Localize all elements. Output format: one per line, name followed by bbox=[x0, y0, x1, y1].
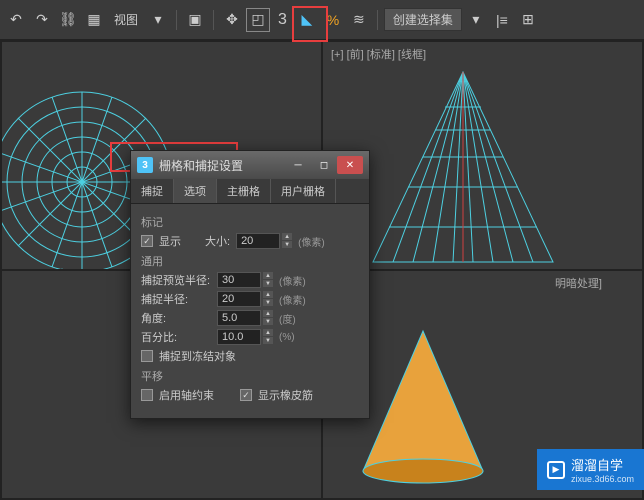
watermark-url: zixue.3d66.com bbox=[571, 474, 634, 484]
angle-label: 角度: bbox=[141, 310, 211, 326]
size-label: 大小: bbox=[205, 233, 230, 249]
mirror-icon[interactable]: |≡ bbox=[490, 8, 514, 32]
move-icon[interactable]: ✥ bbox=[220, 8, 244, 32]
tab-home-grid[interactable]: 主栅格 bbox=[217, 179, 271, 203]
dialog-body: 标记 显示 大小: ▲▼ (像素) 通用 捕捉预览半径: ▲▼ (像素) 捕捉半… bbox=[131, 204, 369, 418]
down-arrow-icon[interactable]: ▼ bbox=[263, 337, 273, 344]
size-input[interactable] bbox=[236, 233, 280, 249]
percent-unit: (%) bbox=[279, 332, 295, 343]
angle-snap-icon[interactable]: ◣ bbox=[295, 8, 319, 32]
viewport-top-right[interactable]: [+] [前] [标准] [线框] bbox=[323, 42, 642, 269]
up-arrow-icon[interactable]: ▲ bbox=[263, 272, 273, 279]
preview-radius-label: 捕捉预览半径: bbox=[141, 272, 211, 288]
preview-radius-spinner[interactable]: ▲▼ bbox=[217, 272, 273, 288]
size-unit: (像素) bbox=[298, 234, 325, 249]
watermark: ▶ 溜溜自学 zixue.3d66.com bbox=[537, 449, 644, 490]
grid-snap-settings-dialog: 3 栅格和捕捉设置 ─ ◻ ✕ 捕捉 选项 主栅格 用户栅格 标记 显示 大小:… bbox=[130, 150, 370, 419]
app-icon: 3 bbox=[137, 157, 153, 173]
preview-radius-unit: (像素) bbox=[279, 273, 306, 288]
create-selection-set[interactable]: 创建选择集 bbox=[384, 8, 462, 31]
snap-radius-input[interactable] bbox=[217, 291, 261, 307]
up-arrow-icon[interactable]: ▲ bbox=[263, 329, 273, 336]
percent-label: 百分比: bbox=[141, 329, 211, 345]
up-arrow-icon[interactable]: ▲ bbox=[282, 233, 292, 240]
dialog-title-text: 栅格和捕捉设置 bbox=[159, 157, 243, 174]
select-icon[interactable]: ▦ bbox=[82, 8, 106, 32]
undo-icon[interactable]: ↶ bbox=[4, 8, 28, 32]
viewport-shade-label[interactable]: 明暗处理] bbox=[555, 275, 602, 291]
watermark-brand: 溜溜自学 bbox=[571, 458, 623, 473]
snap-radius-label: 捕捉半径: bbox=[141, 291, 211, 307]
tab-user-grid[interactable]: 用户栅格 bbox=[271, 179, 336, 203]
percent-input[interactable] bbox=[217, 329, 261, 345]
marker-section-label: 标记 bbox=[141, 214, 359, 230]
display-checkbox[interactable] bbox=[141, 235, 153, 247]
rubber-band-label: 显示橡皮筋 bbox=[258, 387, 313, 403]
rotate-icon[interactable]: ◰ bbox=[246, 8, 270, 32]
play-icon: ▶ bbox=[547, 461, 565, 479]
dropdown-arrow-icon[interactable]: ▾ bbox=[146, 8, 170, 32]
cone-wireframe-right-icon bbox=[323, 42, 642, 269]
snap-frozen-checkbox[interactable] bbox=[141, 350, 153, 362]
link-icon[interactable]: ⛓ bbox=[56, 8, 80, 32]
snap-number: 3 bbox=[272, 11, 293, 29]
tab-snap[interactable]: 捕捉 bbox=[131, 179, 174, 203]
down-arrow-icon[interactable]: ▼ bbox=[263, 280, 273, 287]
general-section-label: 通用 bbox=[141, 253, 359, 269]
angle-input[interactable] bbox=[217, 310, 261, 326]
spinner-snap-icon[interactable]: ≋ bbox=[347, 8, 371, 32]
snap-radius-spinner[interactable]: ▲▼ bbox=[217, 291, 273, 307]
angle-unit: (度) bbox=[279, 311, 296, 326]
dropdown-icon[interactable]: ▾ bbox=[464, 8, 488, 32]
down-arrow-icon[interactable]: ▼ bbox=[263, 318, 273, 325]
size-spinner[interactable]: ▲▼ bbox=[236, 233, 292, 249]
minimize-button[interactable]: ─ bbox=[285, 156, 311, 174]
down-arrow-icon[interactable]: ▼ bbox=[263, 299, 273, 306]
redo-icon[interactable]: ↷ bbox=[30, 8, 54, 32]
align-icon[interactable]: ⊞ bbox=[516, 8, 540, 32]
up-arrow-icon[interactable]: ▲ bbox=[263, 291, 273, 298]
angle-spinner[interactable]: ▲▼ bbox=[217, 310, 273, 326]
maximize-button[interactable]: ◻ bbox=[311, 156, 337, 174]
down-arrow-icon[interactable]: ▼ bbox=[282, 241, 292, 248]
axis-constraint-checkbox[interactable] bbox=[141, 389, 153, 401]
viewport-label[interactable]: [+] [前] [标准] [线框] bbox=[331, 46, 426, 62]
rubber-band-checkbox[interactable] bbox=[240, 389, 252, 401]
filter-icon[interactable]: ▣ bbox=[183, 8, 207, 32]
snap-frozen-label: 捕捉到冻结对象 bbox=[159, 348, 236, 364]
dialog-tabs: 捕捉 选项 主栅格 用户栅格 bbox=[131, 179, 369, 204]
dialog-titlebar[interactable]: 3 栅格和捕捉设置 ─ ◻ ✕ bbox=[131, 151, 369, 179]
translate-section-label: 平移 bbox=[141, 368, 359, 384]
main-toolbar: ↶ ↷ ⛓ ▦ 视图 ▾ ▣ ✥ ◰ 3 ◣ % ≋ 创建选择集 ▾ |≡ ⊞ bbox=[0, 0, 644, 40]
percent-snap-icon[interactable]: % bbox=[321, 8, 345, 32]
up-arrow-icon[interactable]: ▲ bbox=[263, 310, 273, 317]
snap-radius-unit: (像素) bbox=[279, 292, 306, 307]
axis-constraint-label: 启用轴约束 bbox=[159, 387, 214, 403]
display-label: 显示 bbox=[159, 233, 181, 249]
view-dropdown[interactable]: 视图 bbox=[108, 11, 144, 28]
tab-options[interactable]: 选项 bbox=[174, 179, 217, 203]
preview-radius-input[interactable] bbox=[217, 272, 261, 288]
percent-spinner[interactable]: ▲▼ bbox=[217, 329, 273, 345]
close-button[interactable]: ✕ bbox=[337, 156, 363, 174]
